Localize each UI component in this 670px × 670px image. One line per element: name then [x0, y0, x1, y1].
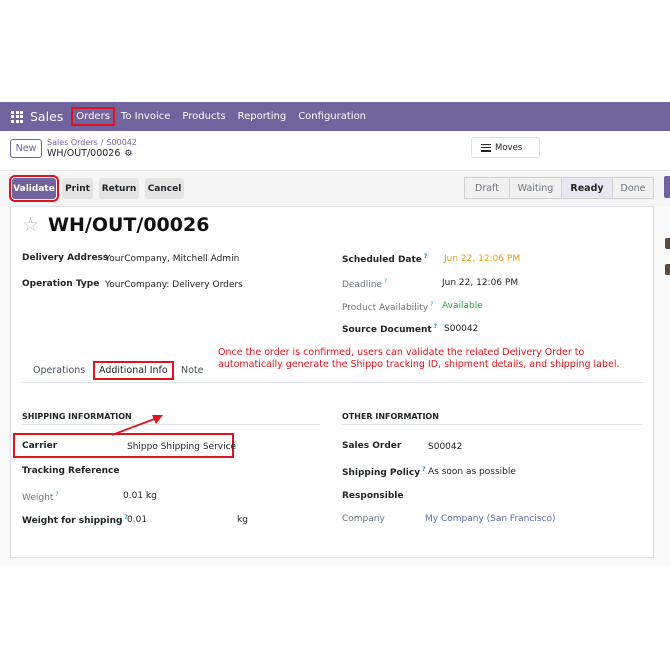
star-icon[interactable]: ☆: [22, 214, 39, 236]
breadcrumb-sales-orders[interactable]: Sales Orders: [47, 138, 98, 147]
shipping-policy-value[interactable]: As soon as possible: [428, 467, 516, 477]
weight-label: Weight?: [22, 491, 59, 503]
action-bar: Validate Print Return Cancel Draft Waiti…: [0, 172, 670, 206]
deadline-value: Jun 22, 12:06 PM: [442, 278, 519, 288]
breadcrumb-order[interactable]: S00042: [106, 138, 137, 147]
help-icon[interactable]: ?: [430, 301, 433, 308]
moves-smart-button[interactable]: Moves: [471, 137, 540, 158]
weight-for-shipping-label: Weight for shipping?: [22, 514, 128, 526]
chatter-icon[interactable]: [665, 264, 670, 275]
responsible-label: Responsible: [342, 491, 404, 501]
list-icon: [481, 143, 491, 152]
tab-operations[interactable]: Operations: [33, 365, 85, 376]
breadcrumb-separator: /: [100, 138, 104, 147]
carrier-label: Carrier: [22, 441, 58, 451]
notebook-tabs: Operations Additional Info Note: [22, 359, 643, 383]
record-name: WH/OUT/00026: [47, 148, 121, 159]
product-availability-value: Available: [442, 301, 483, 311]
help-icon[interactable]: ?: [434, 323, 437, 330]
deadline-label: Deadline?: [342, 278, 388, 290]
menu-products[interactable]: Products: [176, 111, 231, 122]
source-document-label: Source Document?: [342, 323, 438, 335]
sales-order-label: Sales Order: [342, 441, 402, 451]
other-info-heading: OTHER INFORMATION: [342, 412, 439, 421]
status-bar: Draft Waiting Ready Done: [464, 177, 654, 199]
stage-waiting[interactable]: Waiting: [509, 177, 562, 199]
return-button[interactable]: Return: [99, 178, 139, 199]
tab-additional-info[interactable]: Additional Info: [93, 361, 174, 380]
record-name-row: WH/OUT/00026 ⚙: [47, 148, 132, 159]
stage-done[interactable]: Done: [612, 177, 654, 199]
section-divider: [22, 424, 320, 425]
menu-reporting[interactable]: Reporting: [232, 111, 293, 122]
control-panel: New Sales Orders / S00042 WH/OUT/00026 ⚙ M…: [0, 131, 670, 171]
moves-label: Moves: [495, 142, 523, 153]
record-title-row: ☆ WH/OUT/00026: [22, 214, 209, 236]
product-availability-label: Product Availability?: [342, 301, 434, 313]
app-name[interactable]: Sales: [30, 109, 63, 124]
operation-type-label: Operation Type: [22, 279, 100, 289]
scheduled-date-label: Scheduled Date?: [342, 253, 428, 265]
shipping-policy-label: Shipping Policy?: [342, 466, 426, 478]
menu-configuration[interactable]: Configuration: [292, 111, 372, 122]
section-divider: [342, 424, 642, 425]
top-navbar: Sales Orders To Invoice Products Reporti…: [0, 102, 670, 131]
cancel-button[interactable]: Cancel: [145, 178, 184, 199]
gear-icon[interactable]: ⚙: [124, 149, 132, 159]
tab-note[interactable]: Note: [181, 365, 204, 376]
company-value[interactable]: My Company (San Francisco): [425, 514, 555, 524]
breadcrumb: Sales Orders / S00042: [47, 138, 137, 147]
stage-ready[interactable]: Ready: [561, 177, 613, 199]
scheduled-date-value[interactable]: Jun 22, 12:06 PM: [444, 254, 520, 264]
record-title: WH/OUT/00026: [48, 214, 210, 236]
stage-draft[interactable]: Draft: [464, 177, 510, 199]
carrier-value[interactable]: Shippo Shipping Service: [127, 442, 236, 452]
chatter-icon[interactable]: [665, 238, 670, 249]
side-panel-tab[interactable]: [664, 176, 670, 198]
weight-for-shipping-value[interactable]: 0.01: [127, 515, 147, 525]
weight-unit: kg: [237, 515, 248, 525]
new-button[interactable]: New: [10, 139, 42, 158]
sales-order-value[interactable]: S00042: [428, 442, 462, 452]
print-button[interactable]: Print: [62, 178, 93, 199]
help-icon[interactable]: ?: [422, 466, 425, 473]
company-label: Company: [342, 514, 385, 524]
weight-value: 0.01 kg: [123, 491, 157, 501]
help-icon[interactable]: ?: [384, 278, 387, 285]
menu-orders[interactable]: Orders: [71, 107, 115, 126]
validate-button[interactable]: Validate: [9, 175, 59, 202]
source-document-value[interactable]: S00042: [444, 324, 478, 334]
help-icon[interactable]: ?: [55, 491, 58, 498]
operation-type-value[interactable]: YourCompany: Delivery Orders: [105, 280, 243, 290]
apps-grid-icon[interactable]: [11, 110, 23, 123]
delivery-address-label: Delivery Address: [22, 253, 109, 263]
menu-to-invoice[interactable]: To Invoice: [115, 111, 176, 122]
help-icon[interactable]: ?: [424, 253, 427, 260]
delivery-address-value[interactable]: YourCompany, Mitchell Admin: [105, 254, 239, 264]
tracking-reference-label: Tracking Reference: [22, 466, 120, 476]
